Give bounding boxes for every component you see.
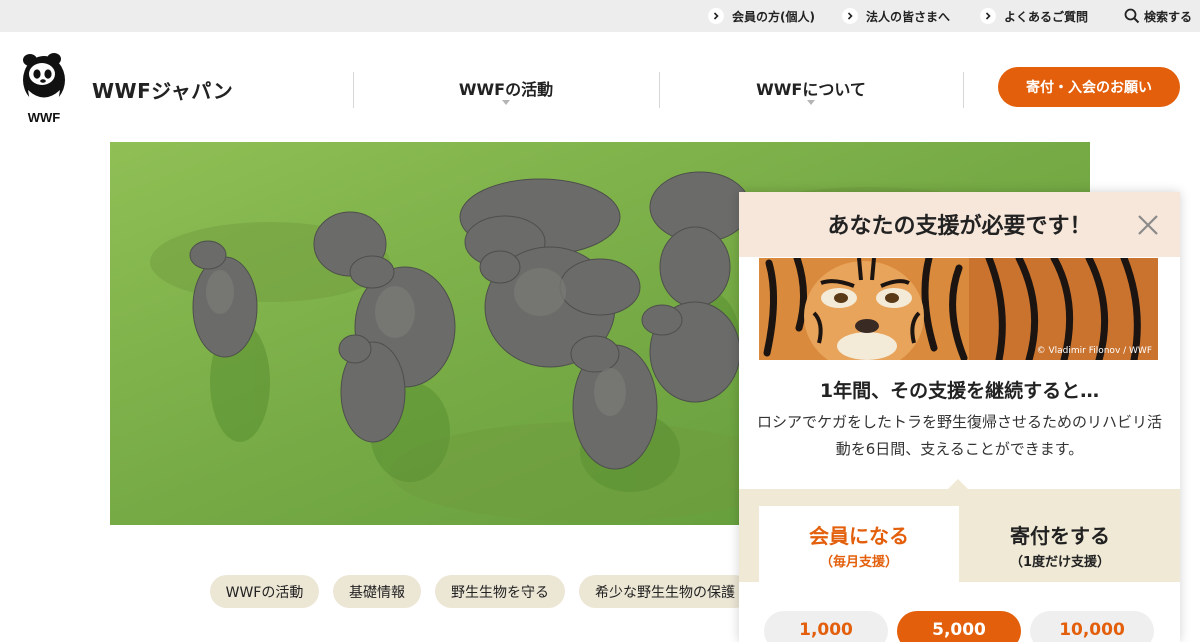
members-link[interactable]: 会員の方(個人) bbox=[708, 7, 815, 25]
tag-activities[interactable]: WWFの活動 bbox=[210, 575, 319, 608]
tag-basics[interactable]: 基礎情報 bbox=[333, 575, 421, 608]
tag-label: 基礎情報 bbox=[349, 584, 405, 601]
chevron-right-icon bbox=[980, 8, 996, 24]
popup-header: あなたの支援が必要です！ bbox=[739, 192, 1180, 257]
tab-label: 会員になる bbox=[809, 524, 909, 548]
search-link[interactable]: 検索する bbox=[1124, 7, 1192, 25]
tab-sublabel: （1度だけ支援） bbox=[1009, 555, 1111, 570]
tag-rare-wildlife[interactable]: 希少な野生生物の保護 bbox=[579, 575, 751, 608]
wwf-panda-logo[interactable]: WWF bbox=[18, 50, 70, 124]
tiger-illustration bbox=[759, 258, 1158, 360]
chevron-right-icon bbox=[708, 8, 724, 24]
tab-sublabel: （毎月支援） bbox=[819, 555, 898, 570]
corporate-link[interactable]: 法人の皆さまへ bbox=[842, 7, 950, 25]
amount-option[interactable]: 1,000 bbox=[764, 611, 888, 642]
donate-join-button[interactable]: 寄付・入会のお願い bbox=[998, 67, 1180, 107]
search-icon bbox=[1124, 8, 1140, 24]
close-icon[interactable] bbox=[1135, 212, 1161, 238]
site-header: WWF WWFジャパン WWFの活動 WWFについて 寄付・入会のお願い bbox=[0, 32, 1200, 142]
tiger-photo: © Vladimir Filonov / WWF bbox=[759, 258, 1158, 360]
tab-become-member[interactable]: 会員になる （毎月支援） bbox=[759, 506, 959, 582]
support-popup: あなたの支援が必要です！ © Vladimir Filonov / WWF 1年… bbox=[739, 192, 1180, 642]
faq-link[interactable]: よくあるご質問 bbox=[980, 7, 1088, 25]
brand-name[interactable]: WWFジャパン bbox=[92, 75, 233, 104]
svg-text:WWF: WWF bbox=[28, 110, 61, 124]
amount-option[interactable]: 10,000 bbox=[1030, 611, 1154, 642]
caret-down-icon bbox=[502, 100, 510, 105]
nav-divider bbox=[353, 72, 354, 108]
tag-label: 野生生物を守る bbox=[451, 584, 549, 601]
nav-about-label: WWFについて bbox=[756, 80, 866, 99]
nav-divider bbox=[659, 72, 660, 108]
caret-down-icon bbox=[807, 100, 815, 105]
amount-label: 5,000 bbox=[932, 620, 986, 640]
nav-about[interactable]: WWFについて bbox=[711, 76, 911, 100]
tag-label: WWFの活動 bbox=[225, 584, 304, 601]
popup-subtitle: 1年間、その支援を継続すると… bbox=[819, 380, 1100, 402]
tag-label: 希少な野生生物の保護 bbox=[595, 584, 735, 601]
chevron-right-icon bbox=[842, 8, 858, 24]
nav-activities[interactable]: WWFの活動 bbox=[406, 76, 606, 100]
amount-label: 10,000 bbox=[1059, 620, 1125, 640]
tag-protect-wildlife[interactable]: 野生生物を守る bbox=[435, 575, 565, 608]
nav-divider bbox=[963, 72, 964, 108]
corporate-link-label: 法人の皆さまへ bbox=[866, 9, 951, 24]
tab-label: 寄付をする bbox=[1010, 524, 1110, 548]
amount-label: 1,000 bbox=[799, 620, 853, 640]
image-credit: © Vladimir Filonov / WWF bbox=[1036, 346, 1152, 356]
faq-link-label: よくあるご質問 bbox=[1004, 9, 1089, 24]
tab-donate-once[interactable]: 寄付をする （1度だけ支援） bbox=[960, 506, 1160, 582]
nav-activities-label: WWFの活動 bbox=[458, 80, 554, 99]
utility-bar: 会員の方(個人) 法人の皆さまへ よくあるご質問 検索する bbox=[0, 0, 1200, 32]
search-link-label: 検索する bbox=[1144, 9, 1193, 24]
amount-option-selected[interactable]: 5,000 bbox=[897, 611, 1021, 642]
popup-title: あなたの支援が必要です！ bbox=[827, 214, 1092, 239]
members-link-label: 会員の方(個人) bbox=[732, 9, 815, 24]
popup-description: ロシアでケガをしたトラを野生復帰させるためのリハビリ活動を6日間、支えることがで… bbox=[757, 413, 1163, 458]
pointer-arrow bbox=[947, 479, 969, 490]
